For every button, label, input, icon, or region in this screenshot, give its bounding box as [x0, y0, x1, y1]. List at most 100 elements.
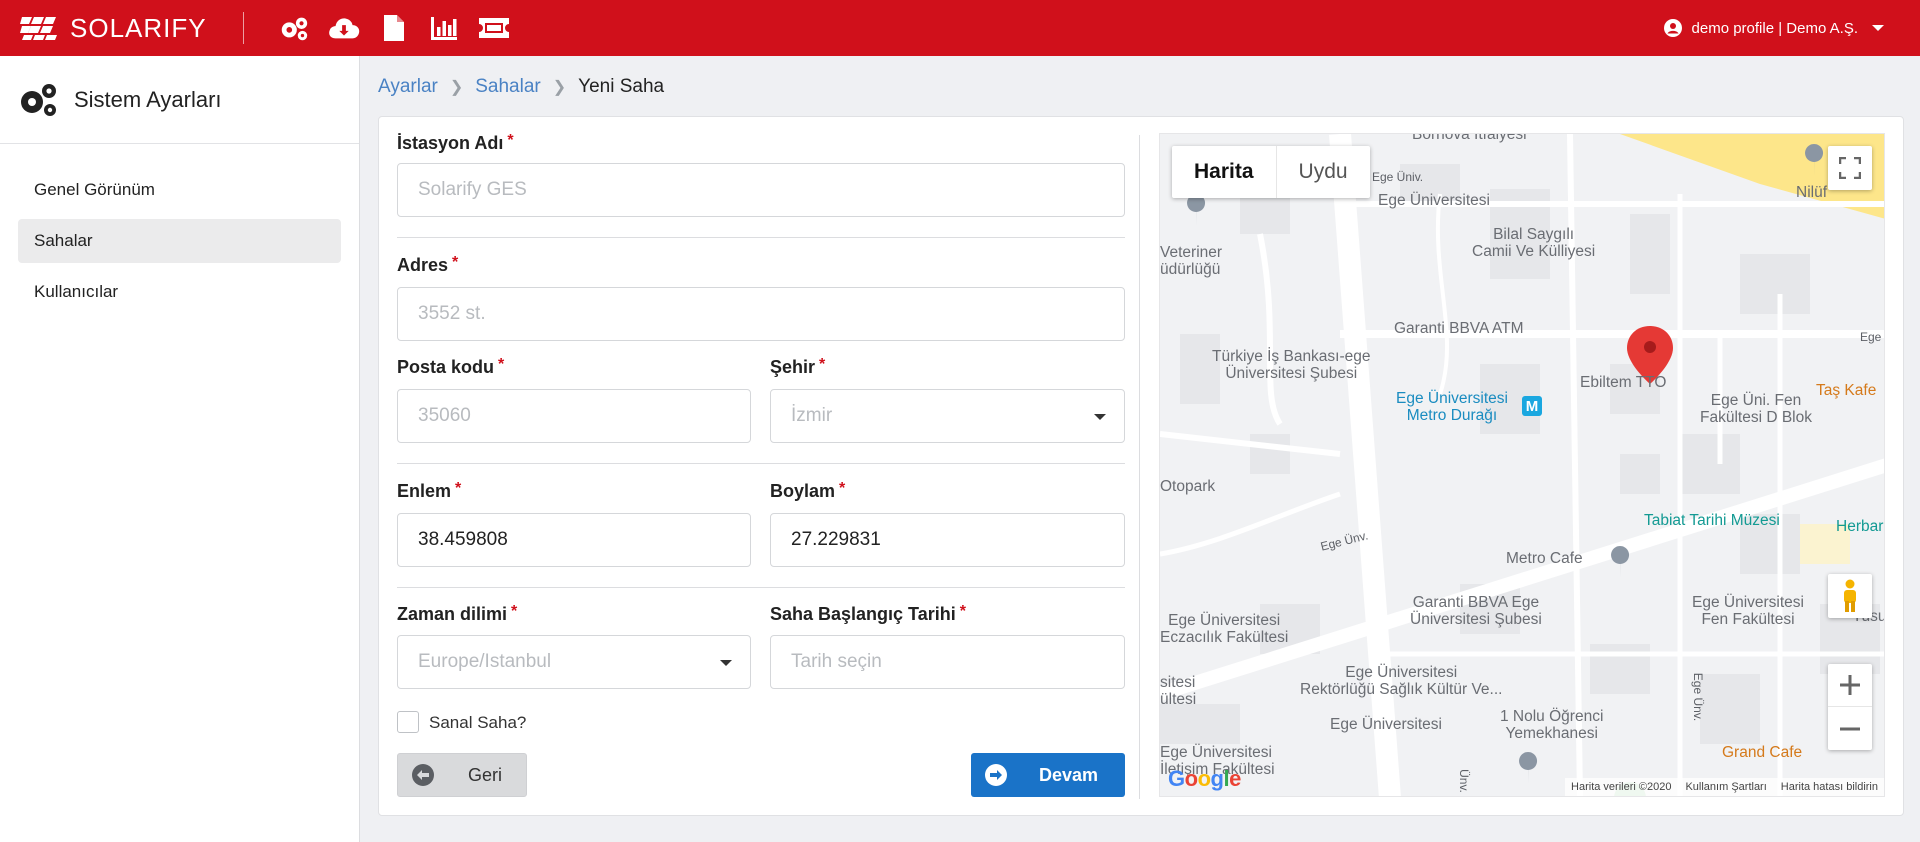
breadcrumb-sites[interactable]: Sahalar [475, 76, 541, 98]
latitude-label: Enlem [397, 481, 452, 501]
minus-icon [1840, 727, 1860, 730]
cloud-download-icon[interactable] [328, 13, 360, 43]
longitude-label: Boylam [770, 481, 836, 501]
chevron-right-icon: ❯ [552, 79, 567, 96]
report-error-link[interactable]: Harita hatası bildirin [1781, 781, 1878, 793]
required-mark: * [452, 254, 459, 271]
sidebar-header: Sistem Ayarları [0, 56, 359, 144]
map[interactable]: Bornova İtfaiyesi Ege Üniv. Ege Üniversi… [1159, 133, 1885, 797]
sidebar-menu: Genel Görünüm Sahalar Kullanıcılar [0, 144, 359, 345]
map-label[interactable]: Ege Üniversitesi Eczacılık Fakültesi [1160, 612, 1288, 646]
sidebar-title: Sistem Ayarları [74, 86, 222, 112]
timezone-select[interactable]: Europe/Istanbul [397, 635, 751, 689]
next-button[interactable]: Devam [971, 753, 1125, 797]
bar-chart-icon[interactable] [428, 13, 460, 43]
map-label[interactable]: Ege Üniversitesi [1378, 192, 1490, 209]
latitude-input[interactable]: 38.459808 [397, 513, 751, 567]
map-label[interactable]: Garanti BBVA Ege Üniversitesi Şubesi [1410, 594, 1542, 628]
map-label[interactable]: Taş Kafe [1816, 382, 1876, 399]
map-label[interactable]: Otopark [1160, 478, 1215, 495]
plus-icon [1840, 675, 1860, 695]
solar-panel-logo-icon [20, 17, 57, 40]
topbar-nav [278, 13, 510, 43]
virtual-site-checkbox[interactable] [397, 711, 419, 733]
map-road-label: Ege [1860, 330, 1882, 344]
map-label[interactable]: Metro Cafe [1506, 550, 1583, 567]
timezone-label: Zaman dilimi [397, 604, 508, 624]
map-attribution: Harita verileri ©2020 Kullanım Şartları … [1565, 778, 1884, 796]
station-name-input[interactable]: Solarify GES [397, 163, 1125, 217]
map-label[interactable]: 1 Nolu Öğrenci Yemekhanesi [1500, 708, 1603, 742]
dropdown-arrow-icon [720, 660, 732, 666]
sidebar-item-sites[interactable]: Sahalar [18, 219, 341, 263]
brand-name: SOLARIFY [70, 12, 207, 43]
map-type-map[interactable]: Harita [1172, 146, 1277, 198]
address-input[interactable]: 3552 st. [397, 287, 1125, 341]
metro-icon[interactable]: M [1522, 396, 1542, 416]
breadcrumb-current: Yeni Saha [578, 76, 665, 97]
profile-menu[interactable]: demo profile | Demo A.Ş. [1663, 0, 1884, 56]
divider [397, 587, 1125, 588]
document-icon[interactable] [378, 13, 410, 43]
brand[interactable]: SOLARIFY [20, 13, 207, 44]
map-label[interactable]: Grand Cafe [1722, 744, 1802, 761]
map-label[interactable]: Ege Üniversitesi Metro Durağı [1396, 390, 1508, 424]
street-view-button[interactable] [1828, 574, 1872, 618]
virtual-site-label: Sanal Saha? [429, 713, 527, 732]
breadcrumb-settings[interactable]: Ayarlar [378, 76, 438, 98]
postal-code-input[interactable]: 35060 [397, 389, 751, 443]
sidebar-item-label: Kullanıcılar [34, 282, 119, 301]
vertical-divider [1139, 135, 1140, 799]
sidebar-item-users[interactable]: Kullanıcılar [18, 270, 341, 314]
map-label[interactable]: Ege Üniversitesi Fen Fakültesi [1692, 594, 1804, 628]
required-mark: * [959, 603, 966, 620]
sidebar-item-general[interactable]: Genel Görünüm [18, 168, 341, 212]
map-label[interactable]: Ege Üniversitesi [1330, 716, 1442, 733]
map-label[interactable]: Bornova İtfaiyesi [1412, 134, 1527, 143]
arrow-right-circle-icon [985, 764, 1007, 786]
start-date-label: Saha Başlangıç Tarihi [770, 604, 956, 624]
settings-icon[interactable] [278, 13, 310, 43]
fullscreen-button[interactable] [1828, 146, 1872, 190]
required-mark: * [511, 603, 518, 620]
back-button[interactable]: Geri [397, 753, 527, 797]
station-name-label: İstasyon Adı [397, 133, 504, 153]
map-data-credit: Harita verileri ©2020 [1571, 781, 1672, 793]
breadcrumb: Ayarlar ❯ Sahalar ❯ Yeni Saha [378, 76, 664, 98]
map-label[interactable]: Ebiltem TTO [1580, 374, 1666, 391]
map-label[interactable]: Nilüf [1796, 184, 1827, 201]
map-label[interactable]: Ege Üni. Fen Fakültesi D Blok [1700, 392, 1812, 426]
start-date-input[interactable]: Tarih seçin [770, 635, 1125, 689]
zoom-in-button[interactable] [1828, 664, 1872, 707]
sidebar: Sistem Ayarları Genel Görünüm Sahalar Ku… [0, 56, 360, 842]
required-mark: * [498, 356, 505, 373]
ticket-icon[interactable] [478, 13, 510, 43]
required-mark: * [819, 356, 826, 373]
map-label[interactable]: sitesi ültesi [1160, 674, 1196, 708]
terms-link[interactable]: Kullanım Şartları [1685, 781, 1766, 793]
fullscreen-icon [1839, 157, 1861, 179]
map-label[interactable]: Veteriner üdürlüğü [1160, 244, 1222, 278]
longitude-input[interactable]: 27.229831 [770, 513, 1125, 567]
map-label[interactable]: Garanti BBVA ATM [1394, 320, 1524, 337]
google-logo: Google [1168, 766, 1241, 791]
required-mark: * [455, 480, 462, 497]
map-road-label: Ege Ünv. [1691, 672, 1706, 722]
postal-code-label: Posta kodu [397, 357, 495, 377]
city-selected: İzmir [791, 405, 833, 426]
city-select[interactable]: İzmir [770, 389, 1125, 443]
zoom-out-button[interactable] [1828, 707, 1872, 750]
map-label[interactable]: Türkiye İş Bankası-ege Üniversitesi Şube… [1212, 348, 1371, 382]
map-label[interactable]: Ege Üniversitesi Rektörlüğü Sağlık Kültü… [1300, 664, 1502, 698]
map-type-satellite[interactable]: Uydu [1277, 146, 1370, 198]
map-label[interactable]: Tabiat Tarihi Müzesi [1644, 512, 1780, 529]
next-button-label: Devam [1039, 764, 1099, 785]
new-site-card: İstasyon Adı * Solarify GES Adres * 3552 s… [378, 116, 1904, 816]
pegman-icon [1844, 579, 1856, 612]
map-road-label: Ege Üniv. [1372, 170, 1424, 184]
map-label[interactable]: Bilal Saygılı Camii Ve Külliyesi [1472, 226, 1595, 260]
arrow-left-circle-icon [412, 764, 434, 786]
sidebar-item-label: Sahalar [34, 231, 93, 250]
map-label[interactable]: Herbar [1836, 518, 1883, 535]
top-bar: SOLARIFY demo profile | Demo A.Ş. [0, 0, 1920, 56]
